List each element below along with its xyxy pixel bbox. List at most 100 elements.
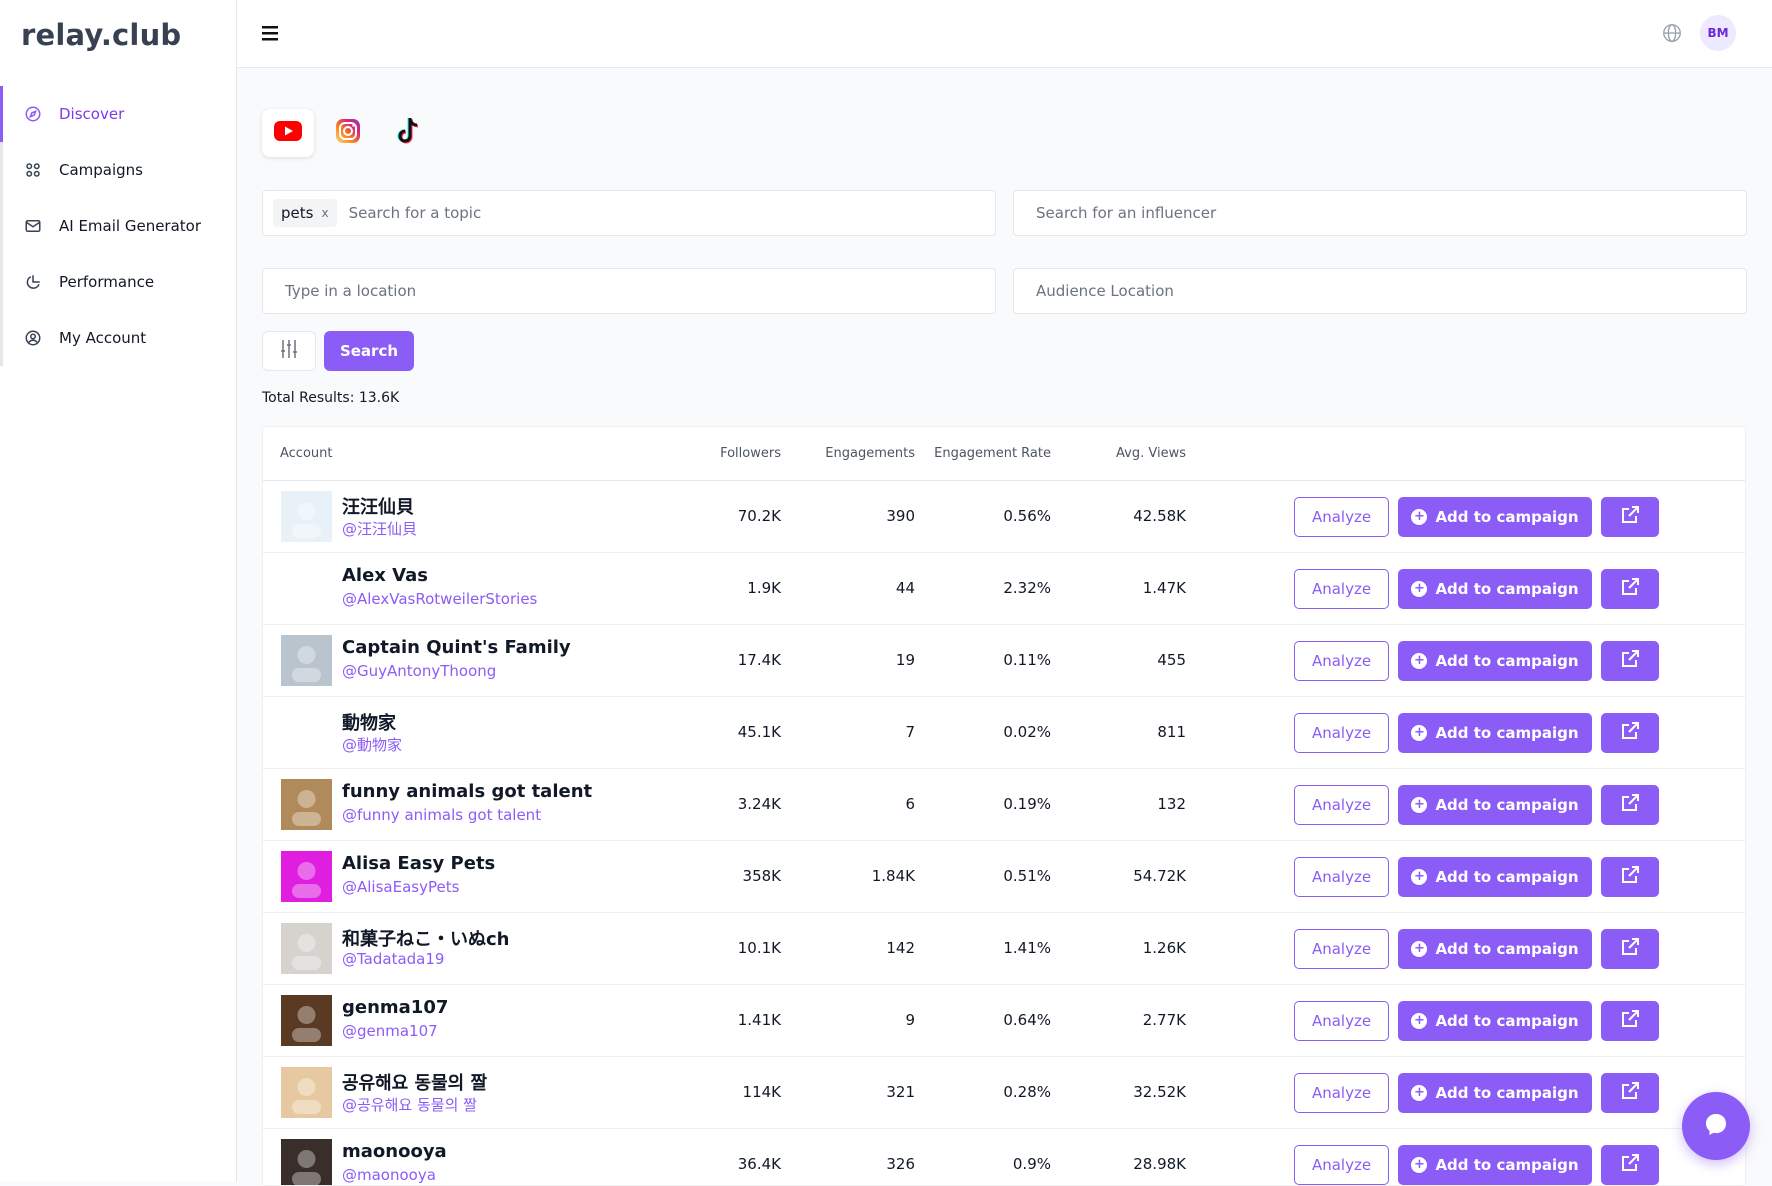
sidebar-item-my-account[interactable]: My Account [0,310,237,366]
analyze-button[interactable]: Analyze [1294,641,1389,681]
account-name[interactable]: Alisa Easy Pets [342,853,495,874]
sidebar-item-performance[interactable]: Performance [0,254,237,310]
sidebar-item-ai-email-generator[interactable]: AI Email Generator [0,198,237,254]
analyze-button[interactable]: Analyze [1294,929,1389,969]
location-field[interactable] [262,268,996,314]
tiktok-button[interactable] [382,109,434,157]
header-avg-views[interactable]: Avg. Views [1116,446,1186,461]
account-avatar[interactable] [281,1067,332,1118]
engagements-value: 321 [886,1083,915,1101]
account-avatar[interactable] [281,635,332,686]
header-account: Account [280,446,333,461]
add-to-campaign-button[interactable]: + Add to campaign [1398,929,1592,969]
account-name[interactable]: funny animals got talent [342,781,592,802]
analyze-button[interactable]: Analyze [1294,1001,1389,1041]
youtube-button[interactable] [262,109,314,157]
account-avatar[interactable] [281,995,332,1046]
open-external-button[interactable] [1601,785,1659,825]
account-name[interactable]: 動物家 [342,709,396,735]
add-to-campaign-label: Add to campaign [1435,580,1579,598]
account-avatar[interactable] [281,563,332,614]
add-to-campaign-button[interactable]: + Add to campaign [1398,497,1592,537]
account-name[interactable]: 和菓子ねこ・いぬch [342,925,509,951]
search-button[interactable]: Search [324,331,414,371]
open-external-button[interactable] [1601,1001,1659,1041]
open-external-button[interactable] [1601,569,1659,609]
open-external-button[interactable] [1601,1145,1659,1185]
hamburger-menu-icon[interactable] [259,22,283,44]
account-name[interactable]: maonooya [342,1141,447,1162]
header-followers[interactable]: Followers [720,446,781,461]
account-name[interactable]: genma107 [342,997,448,1018]
chat-button[interactable] [1682,1092,1750,1160]
account-handle[interactable]: @AlexVasRotweilerStories [342,590,537,608]
sidebar-item-campaigns[interactable]: Campaigns [0,142,237,198]
open-external-button[interactable] [1601,497,1659,537]
influencer-search-field[interactable] [1013,190,1747,236]
add-to-campaign-button[interactable]: + Add to campaign [1398,1001,1592,1041]
audience-location-field[interactable] [1013,268,1747,314]
topic-search-field[interactable]: pets x [262,190,996,236]
user-avatar[interactable]: BM [1700,15,1736,51]
sidebar: relay.club Discover Campaigns AI Email G… [0,0,237,1182]
account-name[interactable]: Captain Quint's Family [342,637,571,658]
influencer-search-input[interactable] [1024,203,1746,223]
plus-circle-icon: + [1411,1157,1428,1173]
instagram-button[interactable] [322,109,374,157]
followers-value: 1.9K [747,579,781,597]
add-to-campaign-button[interactable]: + Add to campaign [1398,1145,1592,1185]
brand-logo[interactable]: relay.club [21,18,181,52]
account-handle[interactable]: @Tadatada19 [342,950,444,968]
header-engagement-rate[interactable]: Engagement Rate [934,446,1051,461]
account-avatar[interactable] [281,707,332,758]
account-name[interactable]: Alex Vas [342,565,428,586]
account-avatar[interactable] [281,923,332,974]
add-to-campaign-button[interactable]: + Add to campaign [1398,641,1592,681]
topic-search-input[interactable] [336,203,995,223]
engagement-rate-value: 0.02% [1003,723,1051,741]
location-input[interactable] [273,281,995,301]
analyze-button[interactable]: Analyze [1294,1145,1389,1185]
add-to-campaign-button[interactable]: + Add to campaign [1398,857,1592,897]
filter-button[interactable] [262,331,316,371]
analyze-button[interactable]: Analyze [1294,857,1389,897]
account-avatar[interactable] [281,491,332,542]
account-name[interactable]: 汪汪仙貝 [342,493,414,519]
table-row: 動物家 @動物家 45.1K 7 0.02% 811 Analyze + Add… [263,697,1745,769]
open-external-button[interactable] [1601,929,1659,969]
engagements-value: 390 [886,507,915,525]
sidebar-item-discover[interactable]: Discover [0,86,237,142]
account-name[interactable]: 공유해요 동물의 짤 [342,1069,487,1095]
add-to-campaign-button[interactable]: + Add to campaign [1398,713,1592,753]
analyze-button[interactable]: Analyze [1294,1073,1389,1113]
open-external-button[interactable] [1601,1073,1659,1113]
plus-circle-icon: + [1411,941,1428,957]
account-handle[interactable]: @funny animals got talent [342,806,541,824]
account-avatar[interactable] [281,851,332,902]
analyze-button[interactable]: Analyze [1294,569,1389,609]
analyze-button[interactable]: Analyze [1294,785,1389,825]
header-engagements[interactable]: Engagements [825,446,915,461]
globe-icon[interactable] [1661,22,1683,44]
analyze-button[interactable]: Analyze [1294,713,1389,753]
open-external-button[interactable] [1601,641,1659,681]
account-avatar[interactable] [281,1139,332,1185]
account-handle[interactable]: @공유해요 동물의 짤 [342,1094,477,1115]
open-external-button[interactable] [1601,713,1659,753]
engagement-rate-value: 1.41% [1003,939,1051,957]
audience-location-input[interactable] [1024,281,1746,301]
account-handle[interactable]: @AlisaEasyPets [342,878,459,896]
account-avatar[interactable] [281,779,332,830]
account-handle[interactable]: @genma107 [342,1022,438,1040]
analyze-button[interactable]: Analyze [1294,497,1389,537]
account-handle[interactable]: @GuyAntonyThoong [342,662,496,680]
add-to-campaign-button[interactable]: + Add to campaign [1398,569,1592,609]
account-handle[interactable]: @汪汪仙貝 [342,518,417,539]
followers-value: 3.24K [737,795,781,813]
add-to-campaign-button[interactable]: + Add to campaign [1398,1073,1592,1113]
chip-remove-button[interactable]: x [321,206,328,220]
open-external-button[interactable] [1601,857,1659,897]
account-handle[interactable]: @動物家 [342,734,402,755]
add-to-campaign-button[interactable]: + Add to campaign [1398,785,1592,825]
account-handle[interactable]: @maonooya [342,1166,436,1184]
